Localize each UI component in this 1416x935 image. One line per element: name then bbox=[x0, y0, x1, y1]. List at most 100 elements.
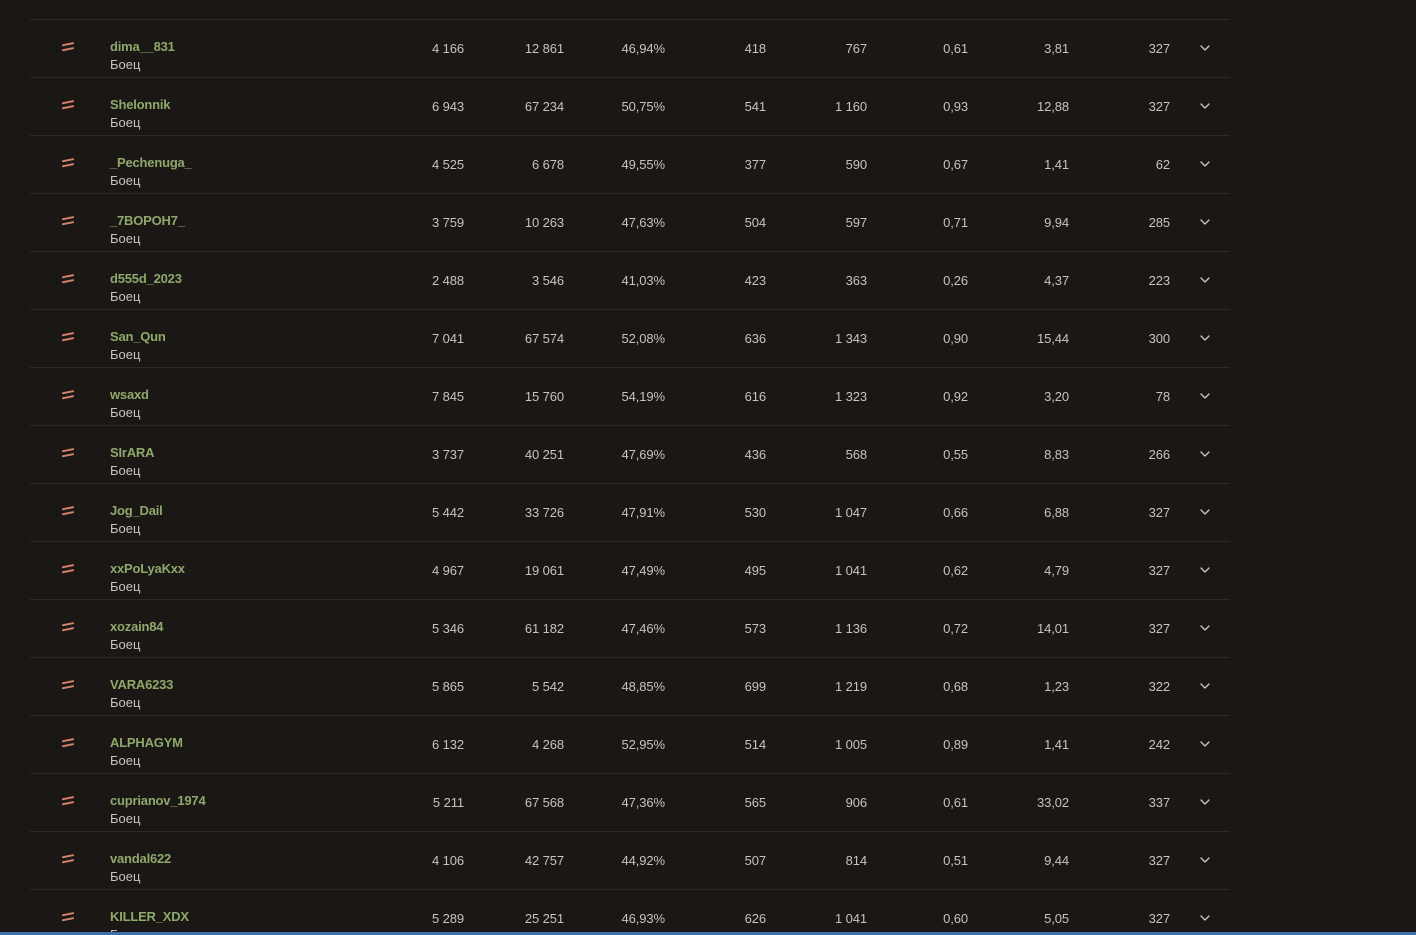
battles-value: 6 943 bbox=[431, 99, 464, 114]
avg-damage-value: 565 bbox=[744, 795, 766, 810]
spotted-value: 9,44 bbox=[1044, 853, 1069, 868]
player-name-link[interactable]: ALPHAGYM bbox=[110, 734, 183, 752]
table-row[interactable]: d555d_2023 Боец 2 488 3 546 41,03% 423 3… bbox=[30, 252, 1230, 310]
table-row[interactable]: Jog_Dail Боец 5 442 33 726 47,91% 530 1 … bbox=[30, 484, 1230, 542]
table-row[interactable]: wsaxd Боец 7 845 15 760 54,19% 616 1 323… bbox=[30, 368, 1230, 426]
spotted-value: 3,81 bbox=[1044, 41, 1069, 56]
player-name-link[interactable]: Shelonnik bbox=[110, 96, 171, 114]
avg-exp-value: 363 bbox=[845, 273, 867, 288]
player-name-link[interactable]: Jog_Dail bbox=[110, 502, 163, 520]
rating-value: 33 726 bbox=[524, 505, 564, 520]
days-in-clan-value: 285 bbox=[1148, 215, 1170, 230]
player-role: Боец bbox=[110, 695, 141, 710]
chevron-down-icon[interactable] bbox=[1198, 158, 1212, 170]
spotted-value: 1,41 bbox=[1044, 157, 1069, 172]
members-table: Боец dima__831 Боец 4 166 12 861 46,94% bbox=[30, 0, 1230, 935]
player-name-link[interactable]: San_Qun bbox=[110, 328, 166, 346]
chevron-down-icon[interactable] bbox=[1198, 448, 1212, 460]
chevron-down-icon[interactable] bbox=[1198, 332, 1212, 344]
days-in-clan-value: 327 bbox=[1148, 41, 1170, 56]
chevron-down-icon[interactable] bbox=[1198, 216, 1212, 228]
rank-equal-icon bbox=[62, 796, 74, 806]
player-name-link[interactable]: wsaxd bbox=[110, 386, 149, 404]
avg-damage-value: 636 bbox=[744, 331, 766, 346]
spotted-value: 5,05 bbox=[1044, 911, 1069, 926]
rank-equal-icon bbox=[62, 622, 74, 632]
player-name-link[interactable]: xozain84 bbox=[110, 618, 164, 636]
avg-exp-value: 1 160 bbox=[834, 99, 867, 114]
rating-value: 67 234 bbox=[524, 99, 564, 114]
chevron-down-icon[interactable] bbox=[1198, 738, 1212, 750]
rating-value: 15 760 bbox=[524, 389, 564, 404]
player-name-link[interactable]: KILLER_XDX bbox=[110, 908, 189, 926]
table-row[interactable]: _7BOPOH7_ Боец 3 759 10 263 47,63% 504 5… bbox=[30, 194, 1230, 252]
player-role: Боец bbox=[110, 347, 141, 362]
player-name-link[interactable]: dima__831 bbox=[110, 38, 175, 56]
table-row[interactable]: Боец bbox=[30, 0, 1230, 20]
rank-equal-icon bbox=[62, 564, 74, 574]
avg-exp-value: 1 343 bbox=[834, 331, 867, 346]
chevron-down-icon[interactable] bbox=[1198, 506, 1212, 518]
player-name-link[interactable]: VARA6233 bbox=[110, 676, 173, 694]
table-row[interactable]: ALPHAGYM Боец 6 132 4 268 52,95% 514 1 0… bbox=[30, 716, 1230, 774]
chevron-down-icon[interactable] bbox=[1198, 796, 1212, 808]
frags-ratio-value: 0,26 bbox=[943, 273, 968, 288]
frags-ratio-value: 0,60 bbox=[943, 911, 968, 926]
player-name-link[interactable]: xxPoLyaKxx bbox=[110, 560, 185, 578]
table-row[interactable]: Shelonnik Боец 6 943 67 234 50,75% 541 1… bbox=[30, 78, 1230, 136]
table-row[interactable]: xozain84 Боец 5 346 61 182 47,46% 573 1 … bbox=[30, 600, 1230, 658]
days-in-clan-value: 327 bbox=[1148, 853, 1170, 868]
chevron-down-icon[interactable] bbox=[1198, 912, 1212, 924]
player-role: Боец bbox=[110, 521, 141, 536]
chevron-down-icon[interactable] bbox=[1198, 680, 1212, 692]
battles-value: 4 106 bbox=[431, 853, 464, 868]
rating-value: 67 568 bbox=[524, 795, 564, 810]
table-row[interactable]: _Pechenuga_ Боец 4 525 6 678 49,55% 377 … bbox=[30, 136, 1230, 194]
player-info: wsaxd Боец bbox=[110, 386, 149, 422]
frags-ratio-value: 0,61 bbox=[943, 41, 968, 56]
chevron-down-icon[interactable] bbox=[1198, 100, 1212, 112]
spotted-value: 4,79 bbox=[1044, 563, 1069, 578]
table-row[interactable]: xxPoLyaKxx Боец 4 967 19 061 47,49% 495 … bbox=[30, 542, 1230, 600]
chevron-down-icon[interactable] bbox=[1198, 854, 1212, 866]
frags-ratio-value: 0,61 bbox=[943, 795, 968, 810]
win-rate-value: 52,08% bbox=[621, 331, 666, 346]
avg-exp-value: 590 bbox=[845, 157, 867, 172]
rank-equal-icon bbox=[62, 390, 74, 400]
player-name-link[interactable]: d555d_2023 bbox=[110, 270, 182, 288]
player-name-link[interactable]: cuprianov_1974 bbox=[110, 792, 206, 810]
battles-value: 5 346 bbox=[431, 621, 464, 636]
spotted-value: 15,44 bbox=[1036, 331, 1069, 346]
spotted-value: 8,83 bbox=[1044, 447, 1069, 462]
chevron-down-icon[interactable] bbox=[1198, 622, 1212, 634]
rank-equal-icon bbox=[62, 100, 74, 110]
avg-damage-value: 436 bbox=[744, 447, 766, 462]
table-row[interactable]: cuprianov_1974 Боец 5 211 67 568 47,36% … bbox=[30, 774, 1230, 832]
player-info: cuprianov_1974 Боец bbox=[110, 792, 206, 828]
table-row[interactable]: San_Qun Боец 7 041 67 574 52,08% 636 1 3… bbox=[30, 310, 1230, 368]
player-name-link[interactable]: SIrARA bbox=[110, 444, 155, 462]
battles-value: 5 865 bbox=[431, 679, 464, 694]
avg-damage-value: 514 bbox=[744, 737, 766, 752]
chevron-down-icon[interactable] bbox=[1198, 390, 1212, 402]
days-in-clan-value: 62 bbox=[1155, 157, 1170, 172]
rating-value: 25 251 bbox=[524, 911, 564, 926]
player-info: xozain84 Боец bbox=[110, 618, 164, 654]
table-row[interactable]: KILLER_XDX Боец 5 289 25 251 46,93% 626 … bbox=[30, 890, 1230, 935]
player-name-link[interactable]: vandal622 bbox=[110, 850, 171, 868]
table-row[interactable]: dima__831 Боец 4 166 12 861 46,94% 418 7… bbox=[30, 20, 1230, 78]
spotted-value: 9,94 bbox=[1044, 215, 1069, 230]
table-row[interactable]: SIrARA Боец 3 737 40 251 47,69% 436 568 … bbox=[30, 426, 1230, 484]
table-row[interactable]: VARA6233 Боец 5 865 5 542 48,85% 699 1 2… bbox=[30, 658, 1230, 716]
player-name-link[interactable]: _Pechenuga_ bbox=[110, 154, 192, 172]
frags-ratio-value: 0,71 bbox=[943, 215, 968, 230]
player-name-link[interactable]: _7BOPOH7_ bbox=[110, 212, 185, 230]
avg-damage-value: 507 bbox=[744, 853, 766, 868]
rating-value: 19 061 bbox=[524, 563, 564, 578]
rating-value: 61 182 bbox=[524, 621, 564, 636]
table-row[interactable]: vandal622 Боец 4 106 42 757 44,92% 507 8… bbox=[30, 832, 1230, 890]
avg-exp-value: 1 136 bbox=[834, 621, 867, 636]
chevron-down-icon[interactable] bbox=[1198, 274, 1212, 286]
chevron-down-icon[interactable] bbox=[1198, 564, 1212, 576]
chevron-down-icon[interactable] bbox=[1198, 42, 1212, 54]
